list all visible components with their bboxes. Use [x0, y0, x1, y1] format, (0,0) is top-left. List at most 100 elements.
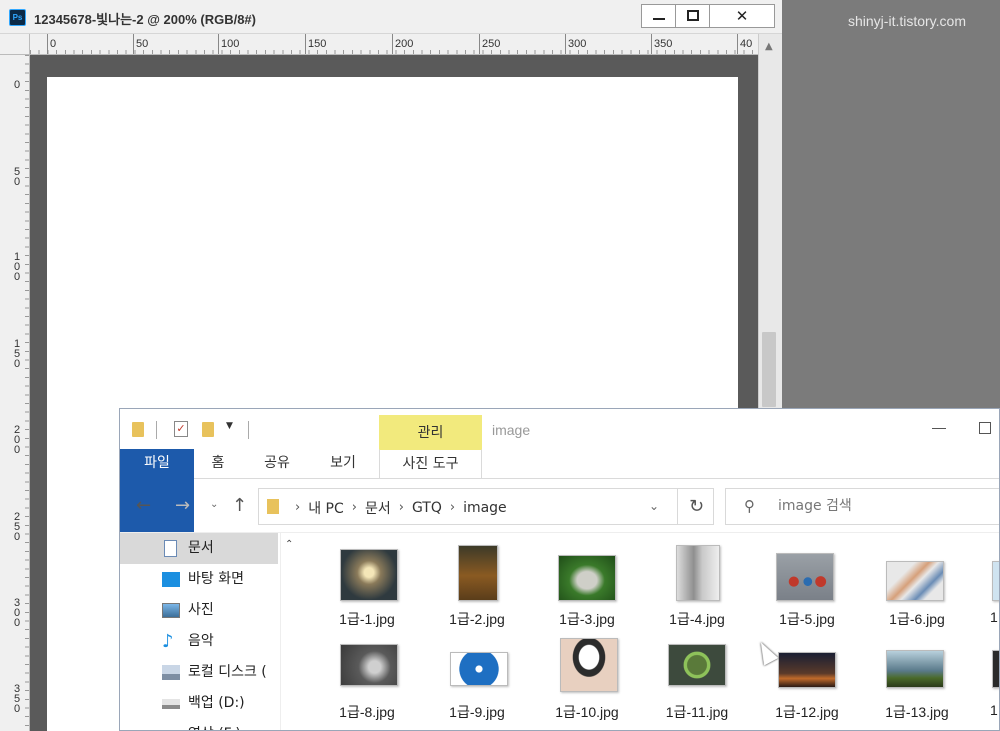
- divider: [156, 421, 157, 439]
- ruler-label: 300: [13, 597, 21, 629]
- quick-access-toolbar: ✓ ▼ 관리 image: [120, 409, 999, 449]
- ruler-label: 0: [13, 79, 21, 91]
- tab-share[interactable]: 공유: [252, 449, 302, 478]
- file-thumbnail: [668, 644, 726, 686]
- divider: [248, 421, 249, 439]
- desktop-icon: [162, 572, 180, 587]
- chevron-right-icon[interactable]: ›: [295, 500, 300, 515]
- local-disk-icon: [162, 665, 180, 680]
- maximize-icon: [687, 10, 699, 21]
- breadcrumb-item[interactable]: image: [463, 500, 507, 516]
- pictures-icon: [162, 603, 180, 618]
- folder-icon: [267, 499, 279, 514]
- file-list: 1급-1.jpg 1급-2.jpg 1급-3.jpg 1급-4.jpg 1급-5…: [300, 533, 999, 730]
- file-item[interactable]: 1급-5.jpg: [752, 545, 862, 637]
- window-controls: ✕: [641, 4, 775, 28]
- minimize-icon: [653, 18, 665, 20]
- tab-home[interactable]: 홈: [200, 449, 236, 478]
- scroll-up-icon[interactable]: ▲: [765, 41, 773, 52]
- file-item[interactable]: 1급-1.jpg: [312, 545, 422, 637]
- sidebar-item-backup-drive[interactable]: 백업 (D:): [120, 688, 278, 719]
- breadcrumb-item[interactable]: GTQ: [412, 500, 442, 516]
- file-thumbnail: [992, 561, 999, 601]
- sidebar-item-local-disk[interactable]: 로컬 디스크 (: [120, 657, 278, 688]
- file-item[interactable]: 1급-3.jpg: [532, 545, 642, 637]
- document-title: 12345678-빛나는-2 @ 200% (RGB/8#): [34, 12, 256, 27]
- file-thumbnail: [778, 652, 836, 688]
- file-item[interactable]: 1급-4.jpg: [642, 545, 752, 637]
- scroll-thumb[interactable]: [762, 332, 776, 407]
- file-thumbnail: [776, 553, 834, 601]
- maximize-button[interactable]: [676, 5, 710, 27]
- file-thumbnail: [992, 650, 999, 688]
- back-button[interactable]: ←: [136, 495, 151, 516]
- refresh-button[interactable]: ↻: [677, 489, 715, 524]
- close-button[interactable]: ✕: [710, 5, 774, 27]
- sidebar-item-label: 음악: [188, 633, 214, 649]
- ribbon-tabs: 파일 홈 공유 보기 사진 도구: [120, 449, 999, 541]
- breadcrumb-item[interactable]: 문서: [365, 498, 391, 518]
- document-title-bar[interactable]: Ps 12345678-빛나는-2 @ 200% (RGB/8#) ✕: [0, 0, 782, 34]
- sidebar-item-music[interactable]: ♪ 음악: [120, 626, 278, 657]
- file-name: 1급-1.jpg: [339, 611, 395, 627]
- file-thumbnail: [558, 555, 616, 601]
- file-explorer-window: ✓ ▼ 관리 image 파일 홈 공유 보기 사진 도구 ← → ⌄ ↑ › …: [119, 408, 1000, 731]
- ruler-label: 150: [304, 34, 327, 54]
- navigation-pane-scrollbar[interactable]: ⌃: [280, 533, 300, 730]
- search-icon: ⚲: [744, 497, 755, 515]
- sidebar-item-video-drive[interactable]: 영상 (F:): [120, 719, 278, 730]
- music-icon: ♪: [162, 631, 174, 652]
- sidebar-item-desktop[interactable]: 바탕 화면: [120, 564, 278, 595]
- ruler-label: 50: [132, 34, 149, 54]
- ruler-label: 300: [564, 34, 587, 54]
- sidebar-item-label: 로컬 디스크 (: [188, 664, 267, 680]
- file-thumbnail: [676, 545, 720, 601]
- ruler-origin[interactable]: [0, 34, 30, 55]
- minimize-icon[interactable]: [932, 428, 946, 429]
- file-item[interactable]: 1급-9.jpg: [422, 638, 532, 730]
- sidebar-item-documents[interactable]: 문서: [120, 533, 278, 564]
- minimize-button[interactable]: [642, 5, 676, 27]
- chevron-right-icon[interactable]: ›: [399, 500, 404, 515]
- file-name: 1급-2.jpg: [449, 611, 505, 627]
- navigation-pane: 문서 바탕 화면 사진 ♪ 음악 로컬 디스크 ( 백업 (D:) 영상 (F:…: [120, 533, 300, 730]
- ruler-label: 40: [736, 34, 753, 54]
- ruler-label: 350: [13, 683, 21, 715]
- file-item[interactable]: 1: [972, 638, 999, 730]
- chevron-right-icon[interactable]: ›: [450, 500, 455, 515]
- search-box[interactable]: ⚲ image 검색: [725, 488, 999, 525]
- maximize-icon[interactable]: [979, 422, 991, 434]
- up-button[interactable]: ↑: [232, 495, 247, 516]
- file-item[interactable]: 1급-2.jpg: [422, 545, 532, 637]
- file-item[interactable]: 1급-13.jpg: [862, 638, 972, 730]
- tab-picture-tools[interactable]: 사진 도구: [379, 449, 482, 478]
- address-bar[interactable]: › 내 PC › 문서 › GTQ › image ⌄ ↻: [258, 488, 714, 525]
- scroll-up-icon[interactable]: ⌃: [285, 539, 293, 550]
- tab-view[interactable]: 보기: [318, 449, 368, 478]
- sidebar-item-label: 영상 (F:): [188, 719, 241, 730]
- file-item[interactable]: 1급-10.jpg: [532, 638, 642, 730]
- file-name: 1: [990, 609, 998, 625]
- file-thumbnail: [450, 652, 508, 686]
- file-name: 1급-3.jpg: [559, 611, 615, 627]
- file-item[interactable]: 1: [972, 545, 999, 637]
- new-folder-icon[interactable]: [202, 422, 214, 437]
- sidebar-item-pictures[interactable]: 사진: [120, 595, 278, 626]
- file-name: 1: [990, 702, 998, 718]
- search-placeholder: image 검색: [778, 498, 852, 514]
- properties-icon[interactable]: ✓: [174, 421, 188, 437]
- forward-button[interactable]: →: [175, 495, 190, 516]
- file-item[interactable]: 1급-8.jpg: [312, 638, 422, 730]
- file-name: 1급-5.jpg: [779, 611, 835, 627]
- ruler-label: 200: [391, 34, 414, 54]
- customize-toolbar-dropdown-icon[interactable]: ▼: [226, 421, 233, 431]
- horizontal-ruler[interactable]: 0 50 100 150 200 250 300 350 40: [30, 34, 758, 55]
- vertical-ruler[interactable]: 0 50 100 150 200 250 300 350: [0, 55, 30, 731]
- recent-locations-dropdown-icon[interactable]: ⌄: [210, 499, 218, 510]
- sidebar-item-label: 문서: [188, 540, 214, 556]
- file-item[interactable]: 1급-6.jpg: [862, 545, 972, 637]
- file-item[interactable]: 1급-11.jpg: [642, 638, 752, 730]
- breadcrumb-item[interactable]: 내 PC: [308, 498, 344, 518]
- address-history-dropdown-icon[interactable]: ⌄: [649, 499, 659, 513]
- chevron-right-icon[interactable]: ›: [352, 500, 357, 515]
